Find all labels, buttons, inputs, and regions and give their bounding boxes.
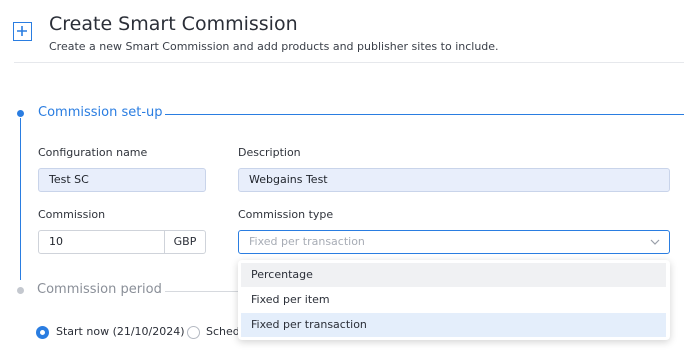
step-period-label[interactable]: Commission period <box>37 282 162 297</box>
configuration-name-input[interactable]: Test SC <box>38 168 206 192</box>
currency-suffix: GBP <box>165 230 206 254</box>
step-setup-label[interactable]: Commission set-up <box>38 105 163 120</box>
page-title: Create Smart Commission <box>49 13 298 35</box>
option-fixed-per-item[interactable]: Fixed per item <box>241 288 666 312</box>
step-connector <box>20 118 21 280</box>
chevron-down-icon[interactable] <box>649 237 661 247</box>
commission-type-dropdown: Percentage Fixed per item Fixed per tran… <box>238 260 670 340</box>
schedule-label[interactable]: Sched <box>206 325 240 338</box>
start-now-label[interactable]: Start now (21/10/2024) <box>56 325 185 338</box>
commission-input[interactable]: 10 <box>38 230 165 254</box>
add-square-icon <box>13 22 32 41</box>
page-subtitle: Create a new Smart Commission and add pr… <box>49 40 499 53</box>
commission-type-select[interactable]: Fixed per transaction <box>238 230 670 254</box>
step-period-indicator <box>17 287 24 294</box>
option-percentage[interactable]: Percentage <box>241 263 666 287</box>
configuration-name-label: Configuration name <box>38 146 148 159</box>
commission-type-label: Commission type <box>238 208 334 221</box>
step-setup-indicator <box>17 110 24 117</box>
start-now-radio[interactable] <box>36 326 49 339</box>
commission-type-placeholder: Fixed per transaction <box>249 235 365 248</box>
step-setup-line <box>165 114 684 115</box>
option-fixed-per-transaction[interactable]: Fixed per transaction <box>241 313 666 337</box>
description-input[interactable]: Webgains Test <box>238 168 670 192</box>
header-divider <box>14 62 684 63</box>
commission-label: Commission <box>38 208 106 221</box>
step-period-line <box>165 291 240 292</box>
description-label: Description <box>238 146 301 159</box>
schedule-radio[interactable] <box>187 326 200 339</box>
